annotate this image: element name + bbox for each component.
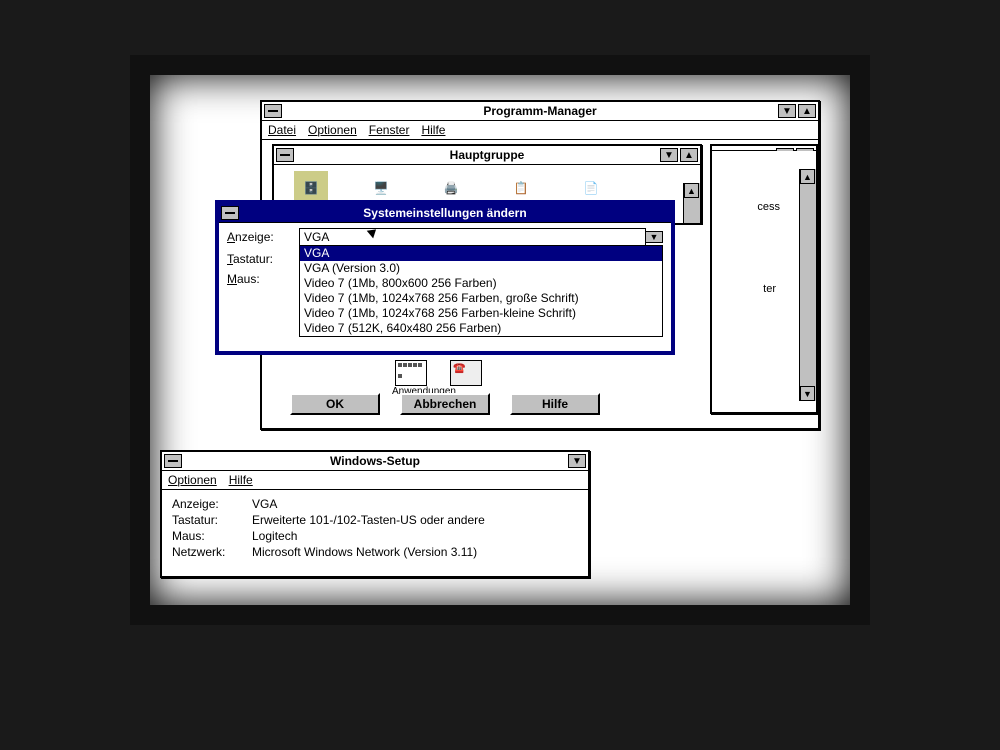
menu-fenster[interactable]: Fenster (369, 123, 410, 137)
minimize-button[interactable]: ▼ (568, 454, 586, 468)
dropdown-option[interactable]: Video 7 (1Mb, 800x600 256 Farben) (300, 276, 662, 291)
setup-titlebar[interactable]: Windows-Setup ▼ (162, 452, 588, 471)
setup-value-maus: Logitech (252, 529, 297, 543)
setup-value-netzwerk: Microsoft Windows Network (Version 3.11) (252, 545, 477, 559)
scroll-up-icon[interactable]: ▲ (684, 183, 699, 198)
system-menu-icon[interactable] (264, 104, 282, 118)
menu-optionen[interactable]: Optionen (168, 473, 217, 487)
setup-label-maus: Maus: (172, 529, 252, 543)
system-settings-dialog: Systemeinstellungen ändern Anzeige: VGA … (215, 200, 675, 355)
minimize-button[interactable]: ▼ (778, 104, 796, 118)
dialog-titlebar[interactable]: Systemeinstellungen ändern (219, 204, 671, 223)
label-anzeige: Anzeige: (227, 230, 299, 244)
setup-value-anzeige: VGA (252, 497, 277, 511)
scrollbar-vertical[interactable]: ▲ (683, 183, 700, 223)
setup-label-anzeige: Anzeige: (172, 497, 252, 511)
menu-hilfe[interactable]: Hilfe (421, 123, 445, 137)
program-manager-titlebar[interactable]: Programm-Manager ▲ ▼ (262, 102, 818, 121)
menu-optionen[interactable]: Optionen (308, 123, 357, 137)
dropdown-option[interactable]: VGA (300, 246, 662, 261)
program-manager-title: Programm-Manager (483, 104, 596, 118)
icon-label-partial: ter (763, 283, 776, 295)
hauptgruppe-title: Hauptgruppe (450, 148, 525, 162)
hilfe-button[interactable]: Hilfe (510, 393, 600, 415)
hauptgruppe-titlebar[interactable]: Hauptgruppe ▲ ▼ (274, 146, 700, 165)
setup-label-tastatur: Tastatur: (172, 513, 252, 527)
windows-setup-window: Windows-Setup ▼ Optionen Hilfe Anzeige:V… (160, 450, 590, 578)
system-menu-icon[interactable] (164, 454, 182, 468)
minimize-button[interactable]: ▼ (660, 148, 678, 162)
dropdown-option[interactable]: VGA (Version 3.0) (300, 261, 662, 276)
dropdown-option[interactable]: Video 7 (1Mb, 1024x768 256 Farben-kleine… (300, 306, 662, 321)
label-maus: Maus: (227, 272, 299, 286)
dialog-title: Systemeinstellungen ändern (363, 206, 526, 220)
scroll-down-icon[interactable]: ▼ (800, 386, 815, 401)
abbrechen-button[interactable]: Abbrechen (400, 393, 490, 415)
system-menu-icon[interactable] (221, 206, 239, 220)
scrollbar-vertical[interactable]: ▲ ▼ (799, 169, 816, 401)
setup-menubar: Optionen Hilfe (162, 471, 588, 490)
anzeige-dropdown-list[interactable]: VGA VGA (Version 3.0) Video 7 (1Mb, 800x… (299, 245, 663, 337)
anzeige-value: VGA (304, 230, 329, 244)
group-window-partial: ▲ ▼ cess ter ▲ ▼ (710, 144, 818, 414)
dropdown-option[interactable]: Video 7 (1Mb, 1024x768 256 Farben, große… (300, 291, 662, 306)
dropdown-icon[interactable]: ▼ (646, 231, 663, 243)
ok-button[interactable]: OK (290, 393, 380, 415)
system-menu-icon[interactable] (276, 148, 294, 162)
setup-title: Windows-Setup (330, 454, 420, 468)
scroll-up-icon[interactable]: ▲ (800, 169, 815, 184)
menu-datei[interactable]: Datei (268, 123, 296, 137)
label-tastatur: Tastatur: (227, 252, 299, 266)
maximize-button[interactable]: ▲ (680, 148, 698, 162)
setup-value-tastatur: Erweiterte 101-/102-Tasten-US oder ander… (252, 513, 485, 527)
icon-label-partial: cess (757, 201, 780, 213)
anzeige-combobox[interactable]: VGA (299, 228, 646, 246)
setup-label-netzwerk: Netzwerk: (172, 545, 252, 559)
dropdown-option[interactable]: Video 7 (512K, 640x480 256 Farben) (300, 321, 662, 336)
menu-hilfe[interactable]: Hilfe (229, 473, 253, 487)
maximize-button[interactable]: ▲ (798, 104, 816, 118)
program-manager-menubar: Datei Optionen Fenster Hilfe (262, 121, 818, 140)
setup-body: Anzeige:VGA Tastatur:Erweiterte 101-/102… (162, 490, 588, 566)
